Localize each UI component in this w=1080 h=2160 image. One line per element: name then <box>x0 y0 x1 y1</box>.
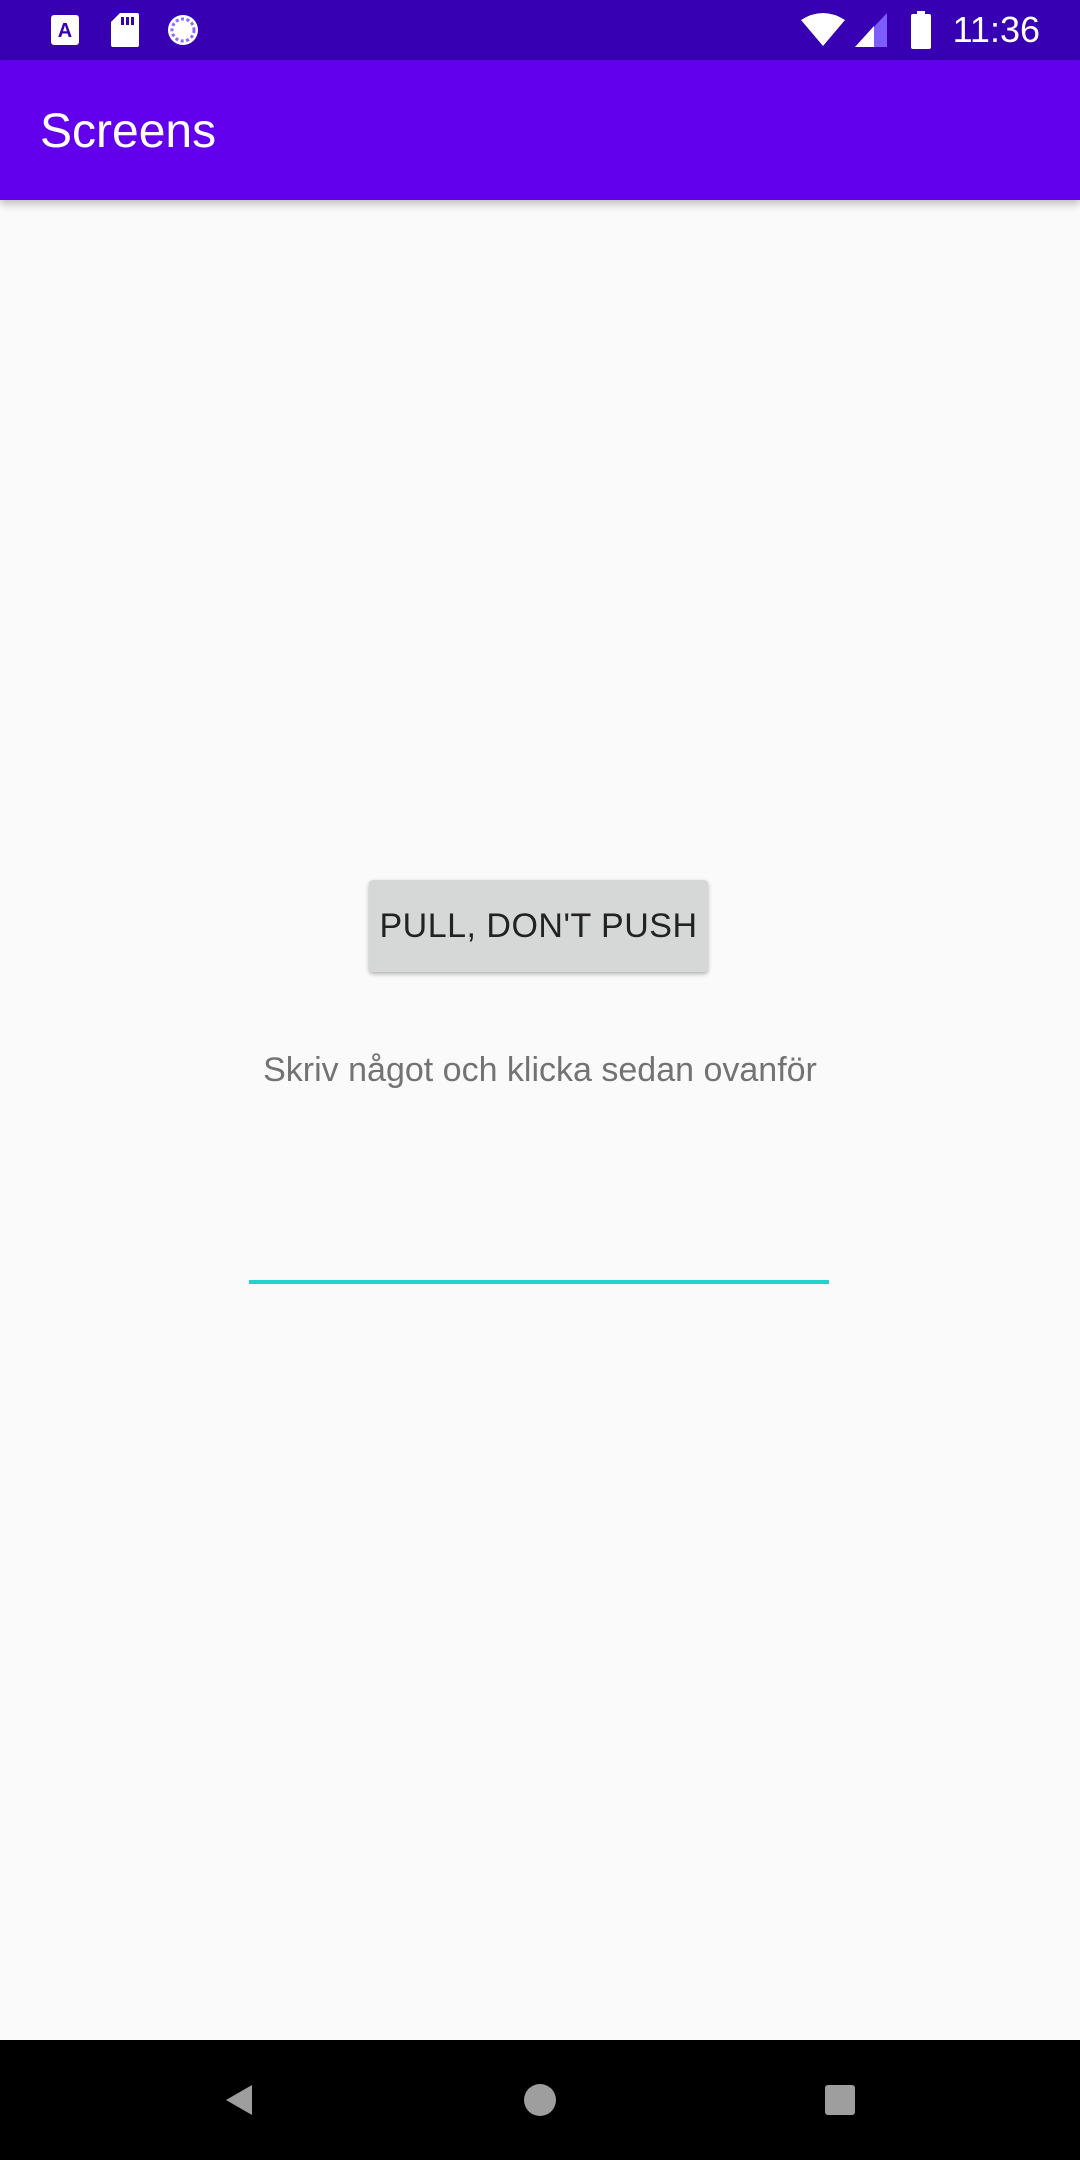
battery-icon <box>911 11 931 49</box>
content: PULL, DON'T PUSH Skriv något och klicka … <box>0 200 1080 2040</box>
back-icon <box>226 2085 252 2115</box>
back-button[interactable] <box>210 2070 270 2130</box>
status-bar: A 11:36 <box>0 0 1080 60</box>
cellular-signal-icon <box>855 13 887 47</box>
recents-icon <box>825 2085 855 2115</box>
app-title: Screens <box>40 105 217 158</box>
wifi-icon <box>801 13 845 46</box>
home-icon <box>524 2084 556 2116</box>
text-input[interactable] <box>249 1200 829 1284</box>
pull-dont-push-button[interactable]: PULL, DON'T PUSH <box>369 880 708 972</box>
font-icon: A <box>51 15 79 45</box>
navigation-bar <box>0 2040 1080 2160</box>
sd-card-icon <box>111 13 139 47</box>
status-time: 11:36 <box>952 9 1040 50</box>
svg-text:A: A <box>58 20 72 42</box>
app-bar: Screens <box>0 60 1080 200</box>
sync-icon <box>168 15 198 45</box>
recents-button[interactable] <box>810 2070 870 2130</box>
hint-text: Skriv något och klicka sedan ovanför <box>263 1051 817 1089</box>
home-button[interactable] <box>510 2070 570 2130</box>
